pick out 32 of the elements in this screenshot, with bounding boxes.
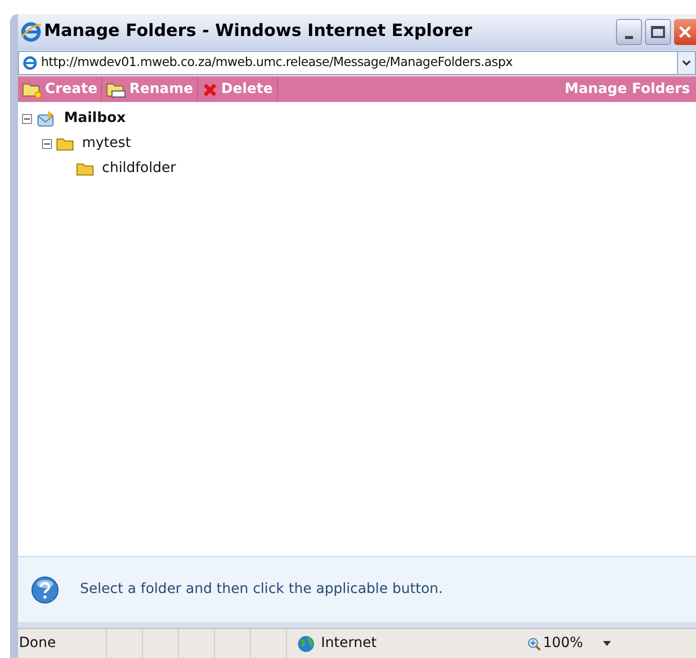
address-field[interactable]: http://mwdev01.mweb.co.za/mweb.umc.release/Message/ManageFolders.aspx — [18, 50, 696, 74]
browser-icon — [20, 21, 42, 43]
toolbar-title: Manage Folders — [564, 80, 691, 99]
minus-icon — [44, 140, 50, 146]
minimize-button[interactable] — [616, 19, 642, 45]
status-text: Done — [18, 634, 57, 653]
dropdown-button[interactable] — [677, 52, 695, 74]
close-button[interactable] — [674, 19, 696, 45]
folder-icon — [76, 162, 94, 176]
new-folder-icon — [22, 82, 42, 98]
tree-item[interactable]: childfolder — [98, 158, 180, 179]
collapse-toggle[interactable] — [22, 114, 32, 124]
tree-item[interactable]: Mailbox — [60, 108, 130, 129]
cross-icon — [202, 82, 218, 98]
help-icon — [30, 574, 60, 604]
tree-item[interactable]: mytest — [78, 133, 135, 154]
page-icon — [22, 54, 38, 70]
info-message: Select a folder and then click the applicable button. — [80, 580, 443, 599]
zoom-button[interactable]: 100% — [527, 633, 584, 654]
chevron-down-icon — [682, 60, 691, 66]
minus-icon — [24, 116, 30, 122]
window-title: Manage Folders - Windows Internet Explorer — [44, 20, 474, 44]
maximize-button[interactable] — [645, 19, 671, 45]
folder-icon — [56, 136, 74, 150]
collapse-toggle[interactable] — [42, 138, 52, 148]
mailbox-icon — [36, 110, 56, 128]
globe-icon — [297, 634, 315, 652]
dropdown-icon[interactable] — [603, 641, 612, 646]
close-icon — [678, 25, 692, 39]
zone-label: Internet — [321, 634, 377, 653]
magnifier-icon — [527, 636, 541, 650]
folder-icon — [106, 82, 126, 98]
